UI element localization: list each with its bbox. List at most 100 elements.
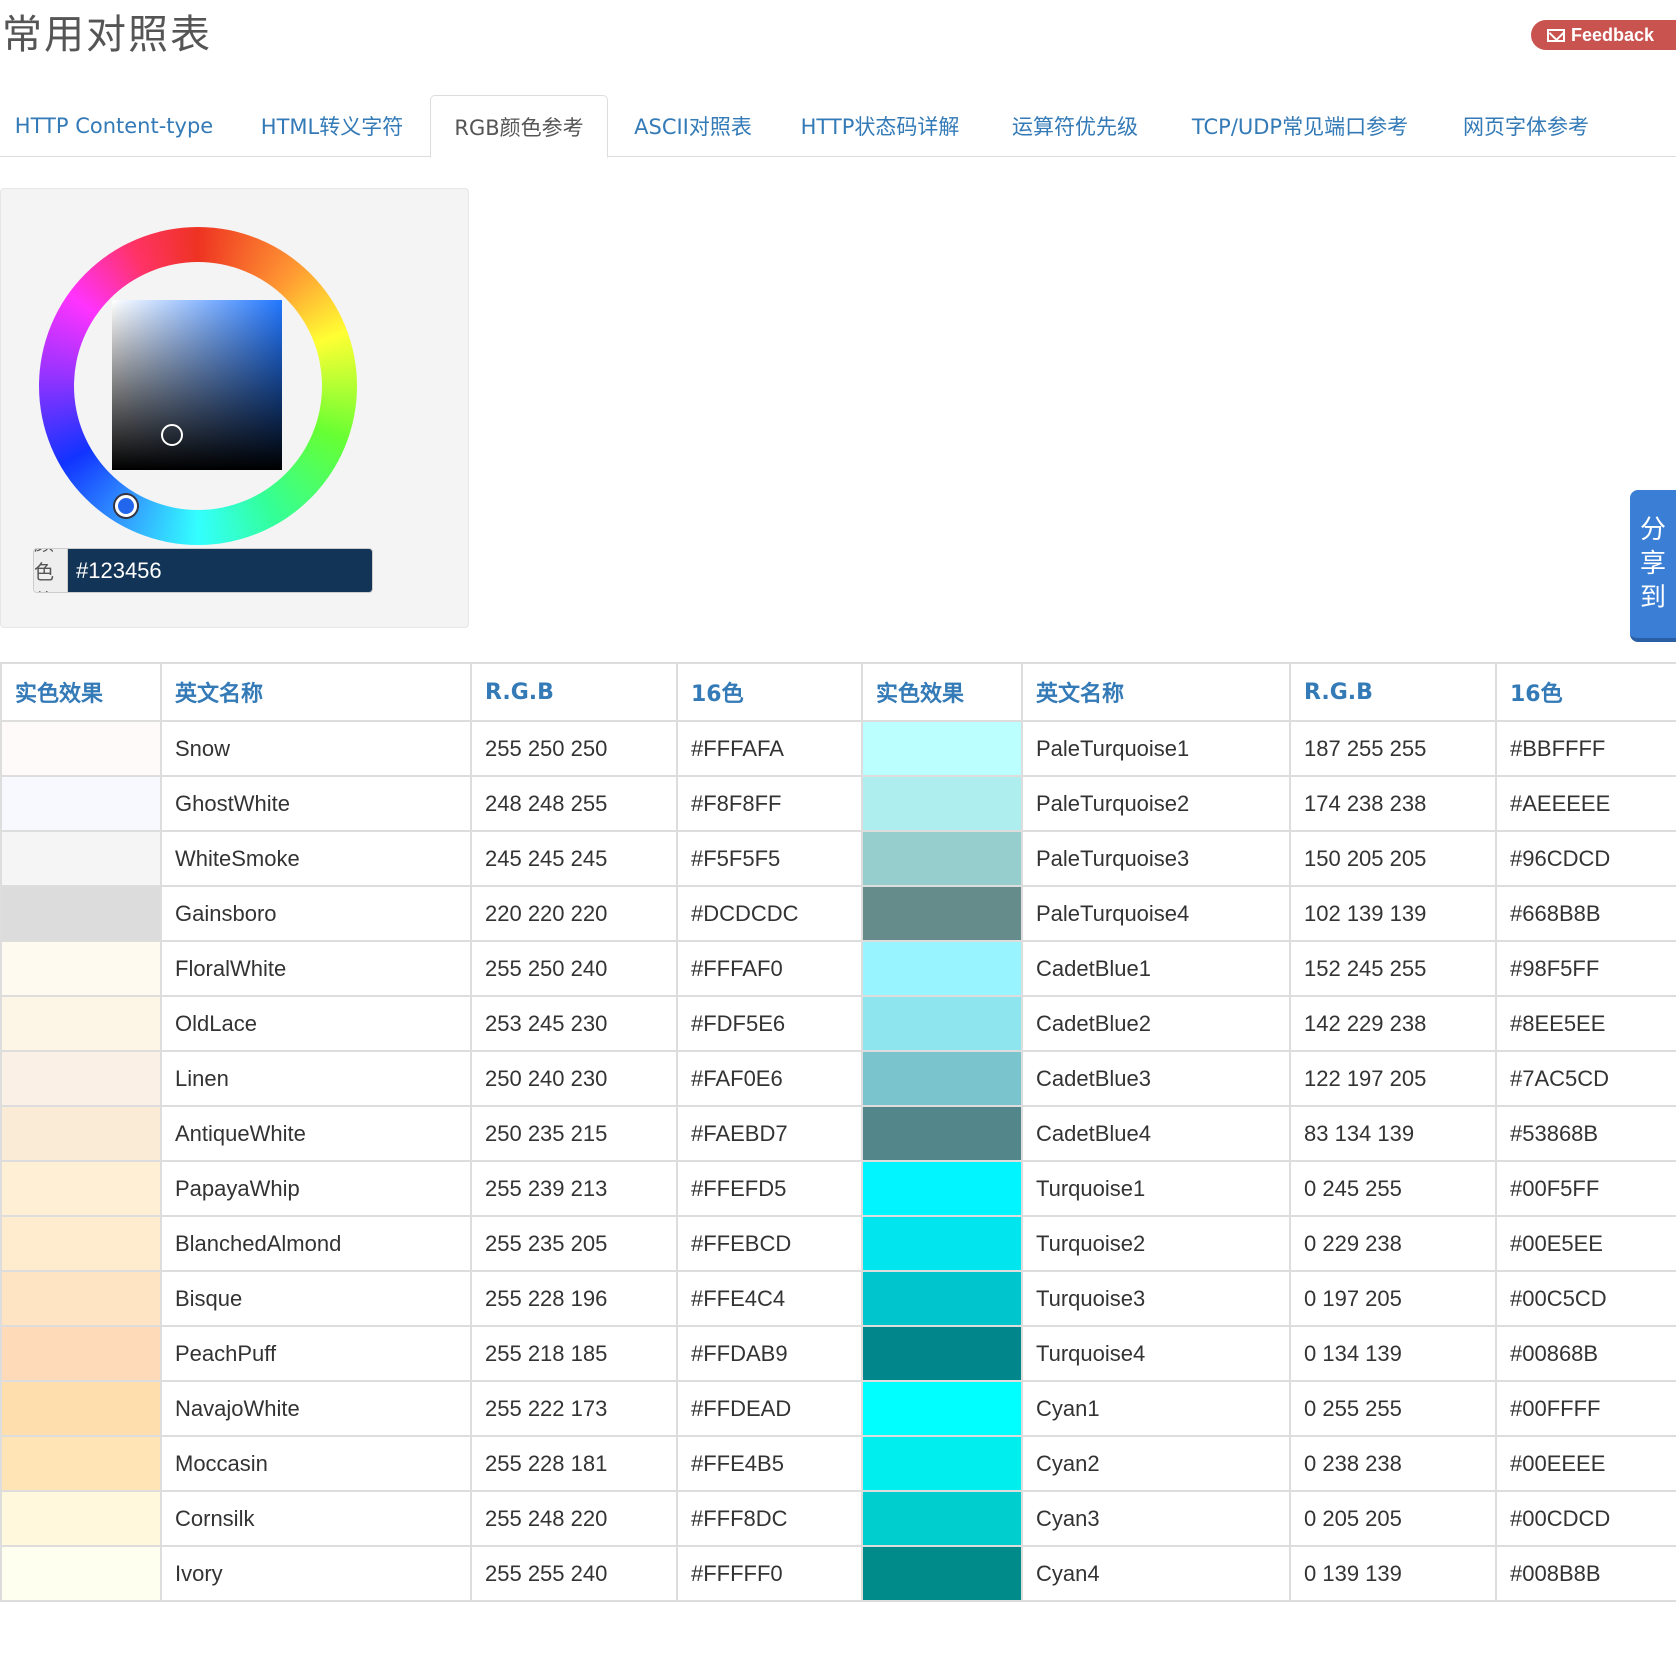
- color-hex-cell: #FFEBCD: [676, 1215, 863, 1272]
- feedback-label: Feedback: [1571, 24, 1655, 45]
- color-swatch: [861, 1490, 1023, 1547]
- tab-operator-precedence[interactable]: 运算符优先级: [990, 95, 1160, 157]
- color-hex-cell: #F5F5F5: [676, 830, 863, 887]
- color-rgb-cell: 255 218 185: [470, 1325, 678, 1382]
- color-rgb-cell: 187 255 255: [1289, 720, 1497, 777]
- color-swatch: [0, 830, 162, 887]
- color-name-cell: Ivory: [160, 1545, 472, 1602]
- color-hex-cell: #FFF8DC: [676, 1490, 863, 1547]
- table-row: Moccasin 255 228 181 #FFE4B5 Cyan2 0 238 238…: [0, 1435, 1676, 1492]
- color-rgb-cell: 220 220 220: [470, 885, 678, 942]
- color-rgb-cell: 250 240 230: [470, 1050, 678, 1107]
- color-rgb-cell: 122 197 205: [1289, 1050, 1497, 1107]
- color-hex-cell: #00C5CD: [1495, 1270, 1676, 1327]
- color-hex-cell: #FFEFD5: [676, 1160, 863, 1217]
- color-rgb-cell: 255 255 240: [470, 1545, 678, 1602]
- color-hex-cell: #FFFFF0: [676, 1545, 863, 1602]
- color-hex-cell: #FFFAF0: [676, 940, 863, 997]
- color-name-cell: Turquoise3: [1021, 1270, 1291, 1327]
- table-row: PeachPuff 255 218 185 #FFDAB9 Turquoise4 0 1…: [0, 1325, 1676, 1382]
- table-row: BlanchedAlmond 255 235 205 #FFEBCD Turquois…: [0, 1215, 1676, 1272]
- color-name-cell: GhostWhite: [160, 775, 472, 832]
- color-swatch: [0, 1490, 162, 1547]
- color-swatch: [861, 940, 1023, 997]
- color-name-cell: Turquoise4: [1021, 1325, 1291, 1382]
- color-rgb-cell: 245 245 245: [470, 830, 678, 887]
- color-name-cell: BlanchedAlmond: [160, 1215, 472, 1272]
- color-swatch: [861, 995, 1023, 1052]
- color-rgb-cell: 83 134 139: [1289, 1105, 1497, 1162]
- color-hex-cell: #00CDCD: [1495, 1490, 1676, 1547]
- color-swatch: [0, 885, 162, 942]
- color-name-cell: Moccasin: [160, 1435, 472, 1492]
- table-row: NavajoWhite 255 222 173 #FFDEAD Cyan1 0 255 …: [0, 1380, 1676, 1437]
- color-rgb-cell: 255 239 213: [470, 1160, 678, 1217]
- color-rgb-cell: 150 205 205: [1289, 830, 1497, 887]
- tab-html-escape[interactable]: HTML转义字符: [236, 95, 428, 157]
- column-header: 16色: [1495, 662, 1676, 722]
- hue-handle[interactable]: [115, 495, 137, 517]
- color-swatch: [861, 1160, 1023, 1217]
- color-hex-cell: #FAF0E6: [676, 1050, 863, 1107]
- color-rgb-cell: 174 238 238: [1289, 775, 1497, 832]
- color-name-cell: OldLace: [160, 995, 472, 1052]
- column-header: R.G.B: [470, 662, 678, 722]
- saturation-value-square[interactable]: [112, 300, 282, 470]
- tab-web-fonts[interactable]: 网页字体参考: [1442, 95, 1610, 157]
- color-swatch: [861, 1215, 1023, 1272]
- table-row: FloralWhite 255 250 240 #FFFAF0 CadetBlue1 1…: [0, 940, 1676, 997]
- tab-http-content-type[interactable]: HTTP Content-type: [0, 95, 228, 157]
- color-hex-cell: #FFE4B5: [676, 1435, 863, 1492]
- column-header: 16色: [676, 662, 863, 722]
- table-header-row: 实色效果 英文名称 R.G.B 16色 实色效果 英文名称 R.G.B 16色: [0, 662, 1676, 722]
- color-rgb-cell: 255 235 205: [470, 1215, 678, 1272]
- color-hex-cell: #00E5EE: [1495, 1215, 1676, 1272]
- table-row: Cornsilk 255 248 220 #FFF8DC Cyan3 0 205 205…: [0, 1490, 1676, 1547]
- color-name-cell: Cyan4: [1021, 1545, 1291, 1602]
- table-row: Snow 255 250 250 #FFFAFA PaleTurquoise1 187 …: [0, 720, 1676, 777]
- mail-icon: [1547, 28, 1565, 42]
- color-swatch: [861, 1050, 1023, 1107]
- color-swatch: [0, 1215, 162, 1272]
- color-swatch: [0, 1105, 162, 1162]
- tab-rgb-colors[interactable]: RGB颜色参考: [430, 95, 608, 158]
- color-hex-cell: #BBFFFF: [1495, 720, 1676, 777]
- color-hex-cell: #00868B: [1495, 1325, 1676, 1382]
- color-name-cell: AntiqueWhite: [160, 1105, 472, 1162]
- color-rgb-cell: 255 228 196: [470, 1270, 678, 1327]
- color-swatch: [0, 940, 162, 997]
- color-hex-cell: #008B8B: [1495, 1545, 1676, 1602]
- color-hex-cell: #FDF5E6: [676, 995, 863, 1052]
- color-name-cell: Cyan3: [1021, 1490, 1291, 1547]
- color-name-cell: Cyan2: [1021, 1435, 1291, 1492]
- tab-tcp-udp-ports[interactable]: TCP/UDP常见端口参考: [1170, 95, 1430, 157]
- color-hex-cell: #AEEEEE: [1495, 775, 1676, 832]
- tab-ascii[interactable]: ASCII对照表: [610, 95, 776, 157]
- table-row: Gainsboro 220 220 220 #DCDCDC PaleTurquoise…: [0, 885, 1676, 942]
- column-header: 英文名称: [1021, 662, 1291, 722]
- column-header: 英文名称: [160, 662, 472, 722]
- feedback-button[interactable]: Feedback: [1531, 20, 1676, 50]
- table-row: PapayaWhip 255 239 213 #FFEFD5 Turquoise1 0 …: [0, 1160, 1676, 1217]
- color-value-input[interactable]: [68, 549, 372, 592]
- color-swatch: [0, 1270, 162, 1327]
- color-value-group: 颜色值:: [33, 548, 373, 593]
- tab-http-status[interactable]: HTTP状态码详解: [780, 95, 980, 157]
- color-rgb-cell: 253 245 230: [470, 995, 678, 1052]
- color-hex-cell: #00F5FF: [1495, 1160, 1676, 1217]
- color-rgb-cell: 255 222 173: [470, 1380, 678, 1437]
- share-button[interactable]: 分 享 到: [1630, 490, 1676, 642]
- color-hex-cell: #7AC5CD: [1495, 1050, 1676, 1107]
- color-handle[interactable]: [161, 424, 183, 446]
- table-row: WhiteSmoke 245 245 245 #F5F5F5 PaleTurquois…: [0, 830, 1676, 887]
- color-hex-cell: #00EEEE: [1495, 1435, 1676, 1492]
- color-name-cell: Cyan1: [1021, 1380, 1291, 1437]
- color-rgb-cell: 0 134 139: [1289, 1325, 1497, 1382]
- color-table: 实色效果 英文名称 R.G.B 16色 实色效果 英文名称 R.G.B 16色 Snow 255…: [0, 662, 1676, 1602]
- column-header: 实色效果: [861, 662, 1023, 722]
- column-header: 实色效果: [0, 662, 162, 722]
- color-rgb-cell: 255 250 240: [470, 940, 678, 997]
- color-swatch: [0, 995, 162, 1052]
- color-name-cell: CadetBlue3: [1021, 1050, 1291, 1107]
- color-hex-cell: #F8F8FF: [676, 775, 863, 832]
